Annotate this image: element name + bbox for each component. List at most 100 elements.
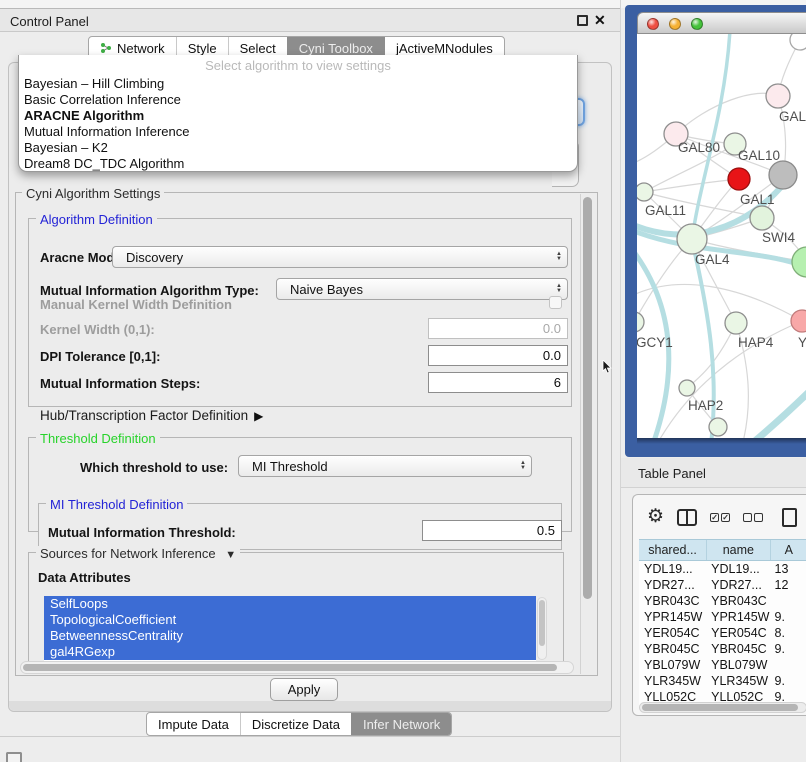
network-node-SWI4[interactable] — [792, 247, 806, 277]
dpi-tolerance-field[interactable]: 0.0 — [428, 345, 568, 366]
algorithm-option[interactable]: ARACNE Algorithm — [19, 108, 577, 124]
algorithm-option[interactable]: Bayesian – Hill Climbing — [19, 76, 577, 92]
mi-steps-label: Mutual Information Steps: — [40, 376, 200, 391]
algorithm-option[interactable]: Mutual Information Inference — [19, 124, 577, 140]
node-label-Y: Y — [798, 335, 806, 350]
scrollbar-thumb[interactable] — [539, 600, 545, 646]
table-row[interactable]: YLR345WYLR345W9. — [639, 673, 806, 689]
network-node-HAP4[interactable] — [725, 312, 747, 334]
network-node-Y[interactable] — [791, 310, 806, 332]
bottom-divider — [0, 736, 620, 737]
tab-label: jActiveMNodules — [396, 41, 493, 56]
mac-close-button[interactable] — [647, 18, 659, 30]
tab-label: Cyni Toolbox — [299, 41, 373, 56]
attributes-scrollbar[interactable] — [537, 597, 547, 660]
node-label-GAL1: GAL1 — [740, 192, 775, 207]
network-node[interactable] — [790, 34, 806, 50]
settings-vertical-scrollbar[interactable] — [580, 194, 594, 674]
table-cell — [770, 657, 806, 673]
threshold-definition-title: Threshold Definition — [36, 431, 160, 446]
float-window-icon[interactable] — [577, 15, 588, 26]
window-shadow — [637, 438, 806, 444]
node-label-HAP2: HAP2 — [688, 398, 723, 413]
table-column-header[interactable]: A — [770, 540, 806, 560]
table-row[interactable]: YBR043CYBR043C — [639, 593, 806, 609]
table-row[interactable]: YDR27...YDR27...12 — [639, 577, 806, 593]
tab-label: Infer Network — [363, 717, 440, 732]
mi-type-combo[interactable]: Naive Bayes ▲▼ — [276, 278, 568, 300]
attribute-item[interactable]: SelfLoops — [44, 596, 536, 612]
network-window-titlebar[interactable] — [637, 12, 806, 34]
network-node-GAL1[interactable] — [750, 206, 774, 230]
table-column-header[interactable]: name — [706, 540, 769, 560]
which-threshold-value: MI Threshold — [252, 459, 328, 474]
scrollbar-thumb[interactable] — [583, 197, 592, 599]
tab-discretize-data[interactable]: Discretize Data — [240, 713, 351, 735]
document-icon[interactable] — [782, 508, 797, 527]
close-icon[interactable]: ✕ — [594, 12, 606, 29]
tab-infer-network[interactable]: Infer Network — [351, 713, 451, 735]
sources-group-title[interactable]: Sources for Network Inference ▼ — [36, 546, 240, 561]
scrollbar-thumb[interactable] — [642, 704, 798, 711]
node-label-GCY1: GCY1 — [637, 335, 673, 350]
mi-type-label: Mutual Information Algorithm Type: — [40, 283, 259, 298]
network-icon — [100, 42, 112, 54]
collapse-down-icon: ▼ — [225, 549, 236, 561]
attribute-item[interactable]: gal4RGexp — [44, 644, 536, 660]
algorithm-option[interactable]: Basic Correlation Inference — [19, 92, 577, 108]
apply-button[interactable]: Apply — [270, 678, 338, 701]
mi-threshold-field[interactable]: 0.5 — [422, 520, 562, 541]
network-node-GAL[interactable] — [766, 84, 790, 108]
manual-kernel-checkbox[interactable] — [549, 296, 562, 309]
mac-minimize-button[interactable] — [669, 18, 681, 30]
attribute-item[interactable]: TopologicalCoefficient — [44, 612, 536, 628]
table-row[interactable]: YBR045CYBR045C9. — [639, 641, 806, 657]
table-row[interactable]: YDL19...YDL19...13 — [639, 561, 806, 577]
gear-icon[interactable]: ⚙ — [647, 507, 664, 527]
table-cell: YDR27... — [639, 577, 706, 593]
deselect-all-icon[interactable] — [743, 513, 763, 522]
table-cell: YBL079W — [706, 657, 769, 673]
unchecked-box-icon — [754, 513, 763, 522]
sources-title-label: Sources for Network Inference — [40, 546, 216, 561]
node-label-GAL4: GAL4 — [695, 252, 730, 267]
tab-impute-data[interactable]: Impute Data — [147, 713, 240, 735]
dropdown-placeholder: Select algorithm to view settings — [19, 58, 577, 76]
mouse-cursor — [602, 360, 613, 375]
mac-zoom-button[interactable] — [691, 18, 703, 30]
network-canvas[interactable]: GALGAL80GAL10GAL1GAL11SWI4GAL4GCY1HAP4YH… — [637, 34, 806, 438]
table-column-header[interactable]: shared... — [639, 540, 706, 560]
network-node-GAL11[interactable] — [637, 183, 653, 201]
network-node[interactable] — [728, 168, 750, 190]
network-node[interactable] — [709, 418, 727, 436]
algorithm-option[interactable]: Dream8 DC_TDC Algorithm — [19, 156, 577, 172]
table-cell: YBR043C — [639, 593, 706, 609]
node-label-GAL11: GAL11 — [645, 203, 686, 218]
kernel-width-label: Kernel Width (0,1): — [40, 322, 155, 337]
table-row[interactable]: YPR145WYPR145W9. — [639, 609, 806, 625]
network-node-GCY1[interactable] — [637, 312, 644, 332]
table-row[interactable]: YER054CYER054C8. — [639, 625, 806, 641]
attribute-item[interactable]: BetweennessCentrality — [44, 628, 536, 644]
which-threshold-combo[interactable]: MI Threshold ▲▼ — [238, 455, 532, 477]
table-horizontal-scrollbar[interactable] — [639, 702, 806, 713]
kernel-width-field[interactable]: 0.0 — [428, 318, 568, 339]
table-cell: YER054C — [706, 625, 769, 641]
hub-definition-expander[interactable]: Hub/Transcription Factor Definition▶ — [40, 408, 263, 423]
table-header-row: shared...nameA — [639, 539, 806, 561]
algorithm-option[interactable]: Bayesian – K2 — [19, 140, 577, 156]
network-node-GAL4[interactable] — [677, 224, 707, 254]
column-layout-icon[interactable] — [677, 509, 697, 526]
collapsed-panel-icon[interactable] — [6, 752, 22, 762]
data-attributes-list: SelfLoopsTopologicalCoefficientBetweenne… — [44, 596, 536, 662]
table-row[interactable]: YBL079WYBL079W — [639, 657, 806, 673]
select-all-icon[interactable]: ✓ ✓ — [710, 513, 730, 522]
aracne-mode-combo[interactable]: Discovery ▲▼ — [112, 246, 568, 268]
scrollbar-thumb[interactable] — [23, 664, 557, 671]
settings-horizontal-scrollbar[interactable] — [20, 661, 574, 674]
which-threshold-label: Which threshold to use: — [80, 460, 228, 475]
table-cell: YDR27... — [706, 577, 769, 593]
mi-steps-field[interactable]: 6 — [428, 372, 568, 393]
network-node-HAP2[interactable] — [679, 380, 695, 396]
network-node[interactable] — [769, 161, 797, 189]
